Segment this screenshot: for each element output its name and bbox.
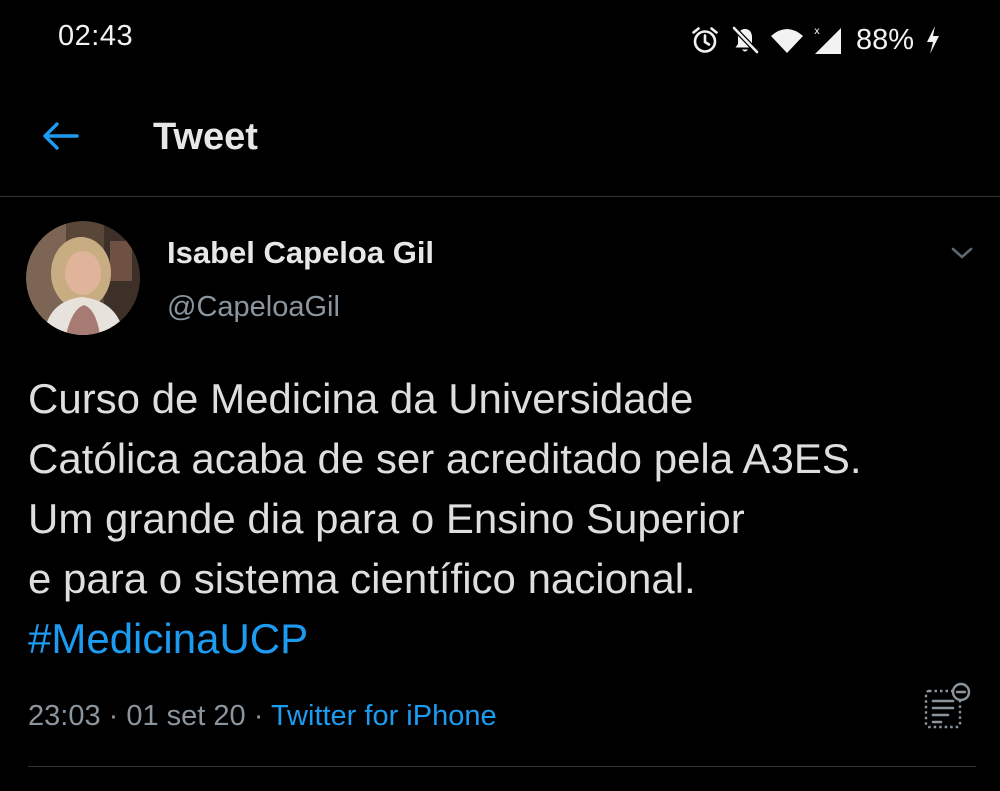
tweet-meta: 23:03 · 01 set 20 · Twitter for iPhone: [28, 700, 497, 733]
tweet: Isabel Capeloa Gil @CapeloaGil Curso de …: [0, 197, 1000, 791]
tweet-analytics-button[interactable]: [922, 681, 974, 733]
cell-signal-icon: x: [814, 24, 842, 56]
page-title: Tweet: [153, 116, 258, 158]
author-handle: @CapeloaGil: [167, 291, 340, 323]
back-button[interactable]: [30, 110, 90, 166]
tweet-text-line: Católica acaba de ser acreditado pela A3…: [28, 435, 862, 482]
back-arrow-icon: [40, 119, 80, 158]
analytics-icon: [922, 682, 974, 737]
meta-separator: ·: [100, 700, 127, 732]
author-name[interactable]: Isabel Capeloa Gil: [167, 235, 434, 271]
charging-icon: [924, 25, 942, 55]
alarm-icon: [690, 25, 720, 55]
status-time: 02:43: [58, 20, 134, 52]
header: Tweet: [0, 80, 1000, 197]
tweet-text-line: Um grande dia para o Ensino Superior: [28, 495, 745, 542]
tweet-text-line: Curso de Medicina da Universidade: [28, 375, 694, 422]
tweet-source-link[interactable]: Twitter for iPhone: [271, 700, 497, 732]
wifi-icon: [770, 25, 804, 55]
divider: [28, 766, 976, 767]
status-bar: 02:43 x 88%: [0, 0, 1000, 80]
status-icons: x 88%: [690, 20, 942, 60]
tweet-text-line: e para o sistema científico nacional.: [28, 555, 696, 602]
tweet-time: 23:03: [28, 700, 101, 732]
hashtag-link[interactable]: #MedicinaUCP: [28, 609, 988, 669]
tweet-date: 01 set 20: [126, 700, 246, 732]
meta-separator: ·: [245, 700, 271, 732]
chevron-down-icon: [950, 245, 974, 266]
more-options-button[interactable]: [944, 241, 980, 269]
tweet-text: Curso de Medicina da Universidade Católi…: [28, 369, 988, 669]
avatar[interactable]: [26, 221, 140, 335]
notifications-off-icon: [730, 25, 760, 55]
svg-text:x: x: [814, 26, 820, 37]
battery-level: 88%: [855, 23, 914, 56]
